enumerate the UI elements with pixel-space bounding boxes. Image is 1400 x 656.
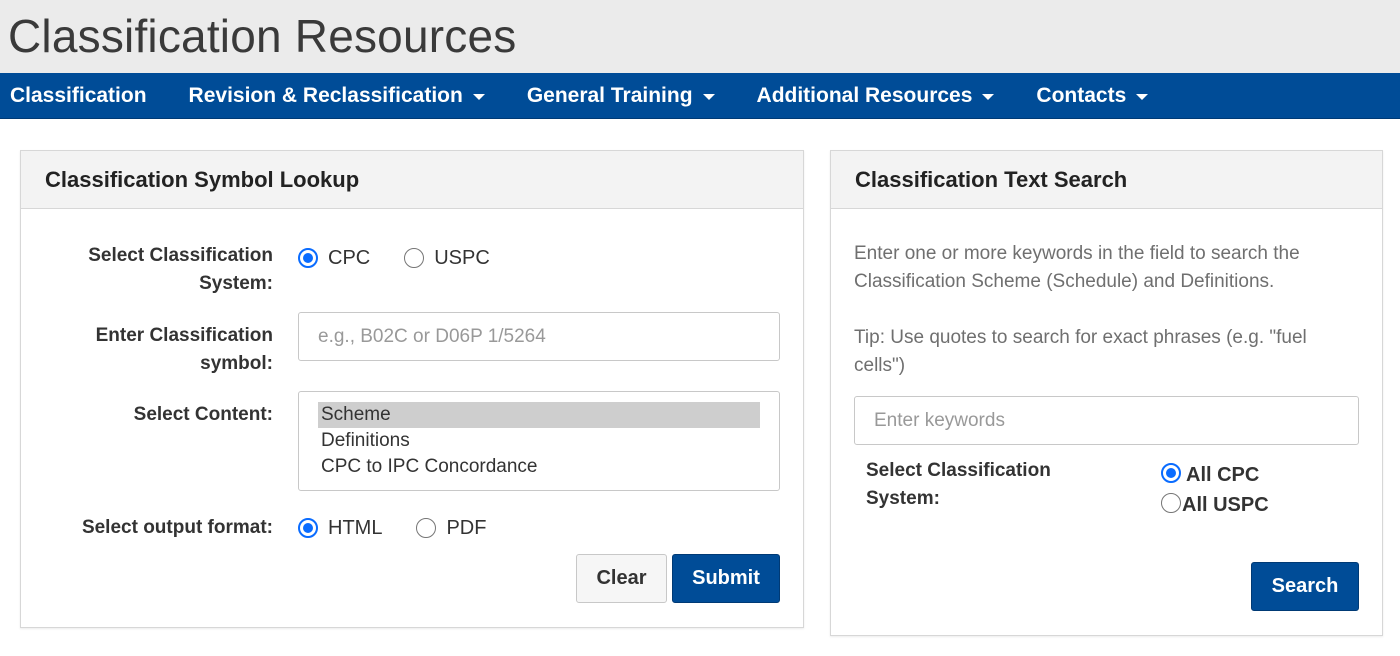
radio-label: PDF: [446, 516, 487, 539]
radio-label: HTML: [328, 516, 383, 539]
search-button[interactable]: Search: [1251, 562, 1359, 611]
radio-button[interactable]: [1161, 463, 1181, 483]
content-listbox[interactable]: Scheme Definitions CPC to IPC Concordanc…: [298, 391, 780, 491]
panel-title: Classification Text Search: [855, 166, 1128, 192]
caret-down-icon: [702, 93, 715, 100]
search-system-label: Select Classification System:: [866, 457, 1126, 513]
label-line: Select Classification: [866, 460, 1051, 481]
radio-button[interactable]: [1161, 493, 1181, 513]
text-search-panel: Classification Text Search Enter one or …: [830, 150, 1383, 636]
radio-label: All USPC: [1182, 493, 1269, 516]
radio-label: All CPC: [1186, 463, 1260, 486]
output-format-label: Select output format:: [41, 514, 273, 542]
panel-title: Classification Symbol Lookup: [45, 166, 360, 192]
label-line: Select Classification: [88, 245, 273, 266]
clear-button[interactable]: Clear: [576, 554, 667, 603]
radio-button[interactable]: [298, 518, 318, 538]
radio-option-all-uspc[interactable]: All USPC: [1161, 490, 1269, 520]
classification-symbol-input[interactable]: e.g., B02C or D06P 1/5264: [298, 312, 780, 361]
label-line: System:: [199, 273, 273, 294]
radio-option-uspc[interactable]: USPC: [404, 247, 490, 270]
symbol-lookup-panel: Classification Symbol Lookup Select Clas…: [20, 150, 804, 628]
radio-button[interactable]: [416, 518, 437, 538]
search-description: Enter one or more keywords in the field …: [854, 243, 1300, 292]
radio-option-html[interactable]: HTML: [298, 517, 382, 540]
input-placeholder: e.g., B02C or D06P 1/5264: [318, 325, 546, 347]
nav-item-label: Additional Resources: [756, 83, 973, 107]
classification-system-radio-group: CPC USPC: [298, 245, 524, 271]
radio-option-pdf[interactable]: PDF: [416, 517, 486, 540]
nav-item-contacts[interactable]: Contacts: [1036, 83, 1149, 108]
listbox-option-concordance[interactable]: CPC to IPC Concordance: [318, 454, 760, 480]
input-placeholder: Enter keywords: [874, 409, 1005, 431]
panel-heading: Classification Text Search: [831, 151, 1382, 209]
label-line: Enter Classification: [95, 325, 273, 346]
label-line: System:: [866, 488, 940, 509]
search-tip: Tip: Use quotes to search for exact phra…: [854, 327, 1307, 376]
submit-button[interactable]: Submit: [672, 554, 780, 603]
radio-button[interactable]: [298, 248, 318, 268]
search-system-radio-group: All CPC All USPC: [1161, 460, 1269, 520]
page-title: Classification Resources: [8, 10, 517, 62]
page-header: Classification Resources: [0, 0, 1400, 73]
keywords-input[interactable]: Enter keywords: [854, 396, 1359, 445]
nav-item-general-training[interactable]: General Training: [527, 84, 715, 108]
nav-item-additional-resources[interactable]: Additional Resources: [757, 84, 995, 108]
nav-item-revision-reclassification[interactable]: Revision & Reclassification: [189, 84, 485, 108]
nav-item-label: General Training: [526, 83, 693, 107]
nav-item-label: Revision & Reclassification: [188, 83, 463, 107]
radio-option-cpc[interactable]: CPC: [298, 247, 370, 270]
label-line: symbol:: [200, 353, 273, 374]
nav-item-label: Classification: [10, 83, 147, 107]
classification-symbol-label: Enter Classification symbol:: [41, 322, 273, 378]
select-content-label: Select Content:: [41, 401, 273, 429]
listbox-option-definitions[interactable]: Definitions: [318, 428, 760, 454]
label-line: Select output format:: [81, 517, 273, 538]
label-line: Select Content:: [133, 404, 273, 425]
nav-item-label: Contacts: [1036, 83, 1127, 107]
radio-label: CPC: [328, 246, 371, 269]
listbox-option-scheme[interactable]: Scheme: [318, 402, 760, 428]
radio-label: USPC: [434, 246, 490, 269]
caret-down-icon: [1136, 93, 1149, 100]
nav-item-classification[interactable]: Classification: [10, 84, 147, 108]
caret-down-icon: [982, 93, 995, 100]
radio-button[interactable]: [404, 248, 425, 268]
radio-option-all-cpc[interactable]: All CPC: [1161, 460, 1269, 490]
panel-heading: Classification Symbol Lookup: [21, 151, 803, 209]
output-format-radio-group: HTML PDF: [298, 515, 520, 541]
caret-down-icon: [472, 93, 485, 100]
main-navbar: Classification Revision & Reclassificati…: [0, 73, 1400, 119]
classification-system-label: Select Classification System:: [41, 242, 273, 298]
